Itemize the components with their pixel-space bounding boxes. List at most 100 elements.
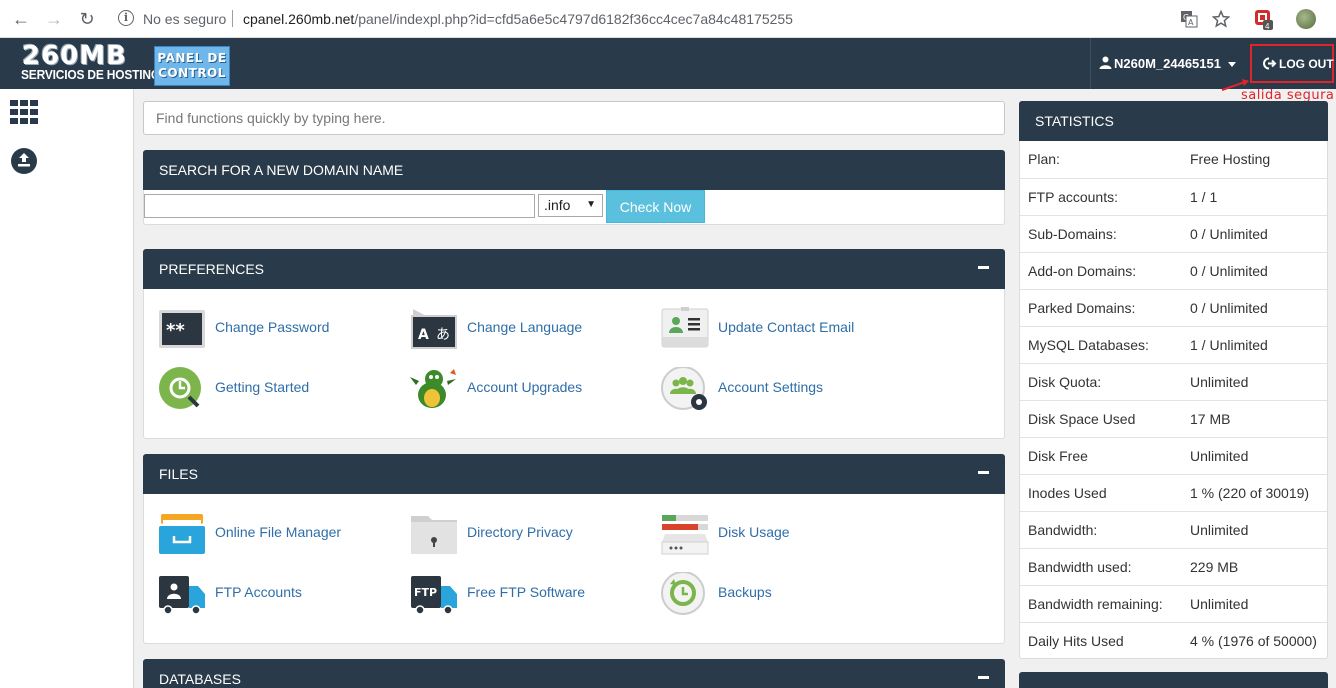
stat-row: Bandwidth: Unlimited <box>1020 511 1327 548</box>
left-sidebar <box>0 89 134 688</box>
collapse-icon[interactable] <box>978 266 989 269</box>
password-icon: ** <box>159 310 205 348</box>
preferences-header[interactable]: PREFERENCES <box>143 249 1005 289</box>
stat-label: MySQL Databases: <box>1028 337 1149 353</box>
stat-value: Unlimited <box>1190 522 1249 538</box>
collapse-icon[interactable] <box>978 471 989 474</box>
stat-value: 17 MB <box>1190 411 1231 427</box>
upload-icon[interactable] <box>10 147 38 175</box>
star-icon[interactable] <box>1212 10 1230 28</box>
stat-value: Unlimited <box>1190 596 1249 612</box>
stat-row: Disk Quota: Unlimited <box>1020 363 1327 400</box>
ftp-software-icon: FTP <box>411 576 457 615</box>
users-gear-icon <box>661 367 707 410</box>
stat-value: 229 MB <box>1190 559 1239 575</box>
stat-label: Parked Domains: <box>1028 300 1136 316</box>
stat-value: Unlimited <box>1190 448 1249 464</box>
reload-icon[interactable]: ↻ <box>77 9 97 29</box>
stat-value: 1 / Unlimited <box>1190 337 1268 353</box>
url-text[interactable]: cpanel.260mb.net/panel/indexpl.php?id=cf… <box>243 11 793 27</box>
forward-icon[interactable]: → <box>44 9 64 29</box>
chevron-down-icon[interactable] <box>1228 62 1236 67</box>
databases-panel: DATABASES <box>143 659 1005 688</box>
language-icon: A あ <box>411 309 457 349</box>
stat-label: Inodes Used <box>1028 485 1107 501</box>
select-arrow-icon: ▼ <box>586 199 596 210</box>
browser-toolbar: ← → ↻ i No es seguro cpanel.260mb.net/pa… <box>0 0 1336 38</box>
stat-row: MySQL Databases: 1 / Unlimited <box>1020 326 1327 363</box>
stat-row: Disk Free Unlimited <box>1020 437 1327 474</box>
stat-label: Disk Space Used <box>1028 411 1136 427</box>
svg-text:あ: あ <box>436 327 450 343</box>
logout-button[interactable]: LOG OUT <box>1250 44 1334 83</box>
folder-lock-icon <box>411 516 457 554</box>
stat-value: 1 / 1 <box>1190 189 1218 205</box>
stat-value: 0 / Unlimited <box>1190 300 1268 316</box>
ftp-accounts-icon <box>159 576 205 615</box>
stat-row: Bandwidth remaining: Unlimited <box>1020 585 1327 622</box>
stat-label: Bandwidth used: <box>1028 559 1132 575</box>
stat-row: FTP accounts: 1 / 1 <box>1020 178 1327 215</box>
domain-name-input[interactable] <box>144 194 535 218</box>
getting-started-icon <box>159 367 201 409</box>
stat-row: Plan: Free Hosting <box>1020 141 1327 178</box>
svg-text:A: A <box>1188 18 1194 27</box>
statistics-header: STATISTICS <box>1019 101 1328 141</box>
user-icon <box>1099 56 1112 69</box>
backups-icon <box>661 572 705 615</box>
stat-value: 1 % (220 of 30019) <box>1190 485 1310 501</box>
stat-label: Daily Hits Used <box>1028 633 1124 649</box>
stat-row: Add-on Domains: 0 / Unlimited <box>1020 252 1327 289</box>
collapse-icon[interactable] <box>978 676 989 679</box>
databases-header[interactable]: DATABASES <box>143 659 1005 688</box>
domain-search-header: SEARCH FOR A NEW DOMAIN NAME <box>143 150 1005 190</box>
info-icon[interactable]: i <box>118 10 134 26</box>
stat-value: Free Hosting <box>1190 151 1271 167</box>
contact-card-icon <box>661 307 709 348</box>
stat-row: Inodes Used 1 % (220 of 30019) <box>1020 474 1327 511</box>
translate-icon[interactable]: G A <box>1180 10 1198 28</box>
stat-row: Parked Domains: 0 / Unlimited <box>1020 289 1327 326</box>
stat-value: 0 / Unlimited <box>1190 263 1268 279</box>
stat-label: Bandwidth: <box>1028 522 1098 538</box>
stat-value: 0 / Unlimited <box>1190 226 1268 242</box>
second-stats-panel-header <box>1019 672 1328 688</box>
dragon-icon <box>410 369 456 408</box>
stat-label: Disk Quota: <box>1028 374 1102 390</box>
stat-label: Add-on Domains: <box>1028 263 1137 279</box>
files-header[interactable]: FILES <box>143 454 1005 494</box>
statistics-panel: STATISTICS Plan: Free Hosting FTP accounts… <box>1019 101 1328 659</box>
tld-select[interactable]: .info ▼ <box>538 194 603 217</box>
svg-text:**: ** <box>166 320 185 341</box>
stat-row: Sub-Domains: 0 / Unlimited <box>1020 215 1327 252</box>
stat-label: Disk Free <box>1028 448 1088 464</box>
stat-label: FTP accounts: <box>1028 189 1119 205</box>
username[interactable]: N260M_24465151 <box>1114 56 1221 71</box>
insecure-label: No es seguro <box>143 11 227 27</box>
svg-text:FTP: FTP <box>414 586 437 599</box>
extension-icon[interactable] <box>1254 9 1274 31</box>
stat-value: Unlimited <box>1190 374 1249 390</box>
panel-badge: PANEL DE CONTROL <box>154 46 230 86</box>
logout-icon <box>1263 57 1277 70</box>
stat-value: 4 % (1976 of 50000) <box>1190 633 1317 649</box>
file-manager-icon <box>159 514 205 554</box>
function-search-input[interactable] <box>143 101 1005 135</box>
profile-avatar[interactable] <box>1296 9 1316 29</box>
stat-row: Bandwidth used: 229 MB <box>1020 548 1327 585</box>
stat-label: Plan: <box>1028 151 1060 167</box>
stat-row: Disk Space Used 17 MB <box>1020 400 1327 437</box>
stat-label: Sub-Domains: <box>1028 226 1117 242</box>
preferences-panel: PREFERENCES ** Change Password A あ Chang… <box>143 249 1005 439</box>
stat-label: Bandwidth remaining: <box>1028 596 1163 612</box>
grid-menu-icon[interactable] <box>10 100 38 124</box>
stat-row: Daily Hits Used 4 % (1976 of 50000) <box>1020 622 1327 659</box>
site-logo[interactable]: 260MB SERVICIOS DE HOSTING <box>20 43 160 85</box>
extension-badge: 4 <box>1265 22 1270 31</box>
files-panel: FILES Online File Manager Directory Priv… <box>143 454 1005 644</box>
check-now-button[interactable]: Check Now <box>606 190 705 223</box>
disk-usage-icon <box>661 515 709 555</box>
divider <box>232 10 233 27</box>
back-icon[interactable]: ← <box>11 9 31 29</box>
svg-text:A: A <box>418 327 429 343</box>
